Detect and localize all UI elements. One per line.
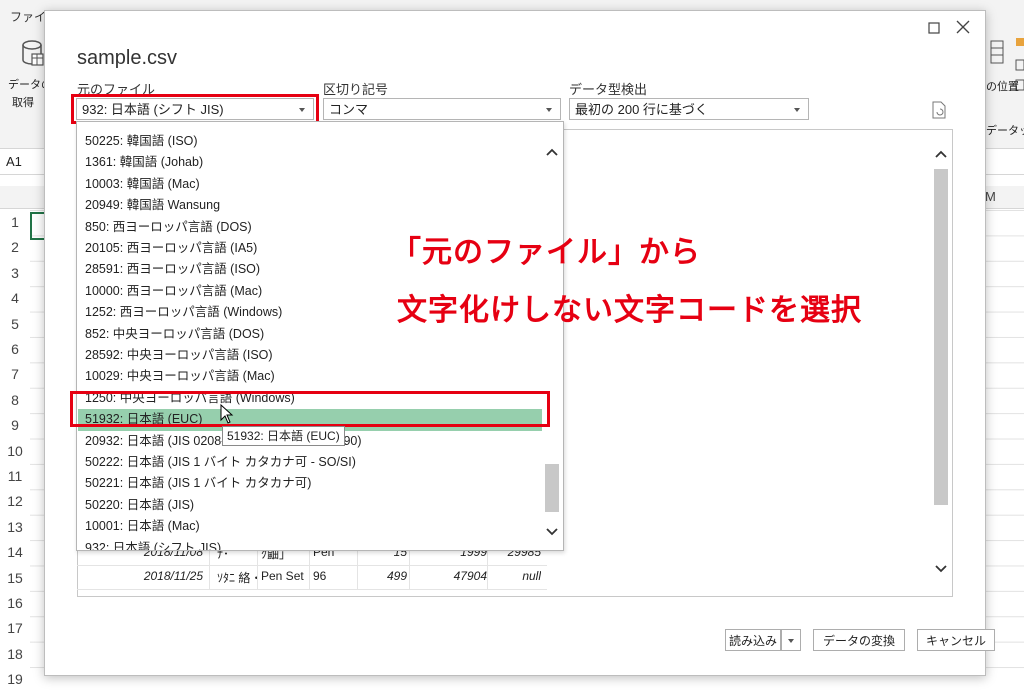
dropdown-scrollbar-thumb[interactable] <box>545 464 559 512</box>
table-cell: 499 <box>386 569 407 583</box>
encoding-option[interactable]: 50222: 日本語 (JIS 1 バイト カタカナ可 - SO/SI) <box>78 452 542 473</box>
row-header[interactable]: 14 <box>0 544 30 560</box>
row-header[interactable]: 8 <box>0 392 30 408</box>
row-header[interactable]: 1 <box>0 214 30 230</box>
row-header[interactable]: 17 <box>0 620 30 636</box>
data-type-detection-label: データ型検出 <box>569 82 648 97</box>
cancel-button[interactable]: キャンセル <box>917 629 995 651</box>
chevron-down-icon <box>788 639 794 643</box>
data-type-detection-select[interactable]: 最初の 200 行に基づく <box>569 98 809 120</box>
column-divider <box>487 565 488 589</box>
annotation-line-1: 「元のファイル」から <box>391 236 701 269</box>
encoding-option[interactable]: 28592: 中央ヨーロッパ言語 (ISO) <box>78 345 542 366</box>
row-header[interactable]: 13 <box>0 519 30 535</box>
encoding-option[interactable]: 50225: 韓国語 (ISO) <box>78 131 542 152</box>
row-header[interactable]: 6 <box>0 341 30 357</box>
import-dialog: sample.csv 元のファイル 区切り記号 データ型検出 932: 日本語 … <box>44 10 995 676</box>
delimiter-value: コンマ <box>329 102 369 117</box>
column-divider <box>357 565 358 589</box>
transform-data-button[interactable]: データの変換 <box>813 629 905 651</box>
load-options-button[interactable] <box>781 629 801 651</box>
column-divider <box>409 565 410 589</box>
table-cell: 2018/11/25 <box>143 569 203 583</box>
database-icon <box>22 40 44 66</box>
row-header[interactable]: 9 <box>0 417 30 433</box>
ribbon-data-group-label: データッ <box>986 125 1024 137</box>
ribbon-position-label: の位置 <box>986 81 1019 93</box>
refresh-icon[interactable] <box>931 101 947 119</box>
row-header[interactable]: 5 <box>0 316 30 332</box>
column-divider <box>257 565 258 589</box>
row-header[interactable]: 2 <box>0 239 30 255</box>
mouse-cursor-icon <box>220 404 234 424</box>
table-cell: Pen Set <box>261 569 304 583</box>
row-header[interactable]: 7 <box>0 366 30 382</box>
file-menu[interactable]: ファイ <box>10 8 46 25</box>
scroll-down-icon[interactable] <box>544 526 560 538</box>
table-row: 2018/11/25 ｿﾀﾆ 絡・ｻｳﾅﾄ Pen Set 96 499 47904 nul… <box>77 565 547 590</box>
column-divider <box>209 565 210 589</box>
row-header[interactable]: 19 <box>0 671 30 687</box>
row-header[interactable]: 18 <box>0 646 30 662</box>
encoding-option[interactable]: 20949: 韓国語 Wansung <box>78 195 542 216</box>
get-data-label-2: 取得 <box>12 97 34 109</box>
encoding-option[interactable]: 10029: 中央ヨーロッパ言語 (Mac) <box>78 366 542 387</box>
close-icon[interactable] <box>953 17 973 37</box>
load-button[interactable]: 読み込み <box>725 629 781 651</box>
option-tooltip: 51932: 日本語 (EUC) <box>222 426 345 446</box>
table-cell: 47904 <box>453 569 487 583</box>
chevron-down-icon <box>546 108 552 112</box>
ribbon-sort-icon <box>1015 38 1024 91</box>
row-header[interactable]: 10 <box>0 443 30 459</box>
ribbon-table-icon <box>990 40 1004 64</box>
encoding-option[interactable]: 10001: 日本語 (Mac) <box>78 516 542 537</box>
table-cell: null <box>522 569 541 583</box>
data-type-detection-value: 最初の 200 行に基づく <box>575 102 708 117</box>
encoding-option[interactable]: 50221: 日本語 (JIS 1 バイト カタカナ可) <box>78 473 542 494</box>
row-header[interactable]: 11 <box>0 468 30 484</box>
column-divider <box>309 565 310 589</box>
scroll-down-icon[interactable] <box>933 563 949 575</box>
maximize-icon[interactable] <box>925 19 943 37</box>
encoding-option[interactable]: 932: 日本語 (シフト JIS) <box>78 538 542 550</box>
row-header[interactable]: 3 <box>0 265 30 281</box>
encoding-option[interactable]: 10003: 韓国語 (Mac) <box>78 174 542 195</box>
file-origin-highlight-box <box>71 94 319 124</box>
row-header[interactable]: 15 <box>0 570 30 586</box>
delimiter-label: 区切り記号 <box>323 82 389 97</box>
table-cell: 96 <box>313 569 327 583</box>
scroll-up-icon[interactable] <box>544 146 560 158</box>
dialog-title: sample.csv <box>77 47 178 69</box>
annotation-line-2: 文字化けしない文字コードを選択 <box>397 294 862 327</box>
encoding-option[interactable]: 50220: 日本語 (JIS) <box>78 495 542 516</box>
row-header[interactable]: 16 <box>0 595 30 611</box>
delimiter-select[interactable]: コンマ <box>323 98 561 120</box>
preview-scrollbar-thumb[interactable] <box>934 169 948 505</box>
column-header-m[interactable]: M <box>985 189 996 204</box>
scroll-up-icon[interactable] <box>933 148 949 160</box>
row-header[interactable]: 4 <box>0 290 30 306</box>
file-origin-dropdown-list[interactable]: 50225: 韓国語 (ISO) 1361: 韓国語 (Johab) 10003: … <box>76 121 564 551</box>
table-cell: ｿﾀﾆ 絡・ｻｳﾅﾄ <box>217 571 257 585</box>
euc-option-highlight-box <box>70 391 550 427</box>
chevron-down-icon <box>794 108 800 112</box>
row-header[interactable]: 12 <box>0 493 30 509</box>
encoding-option[interactable]: 1361: 韓国語 (Johab) <box>78 152 542 173</box>
